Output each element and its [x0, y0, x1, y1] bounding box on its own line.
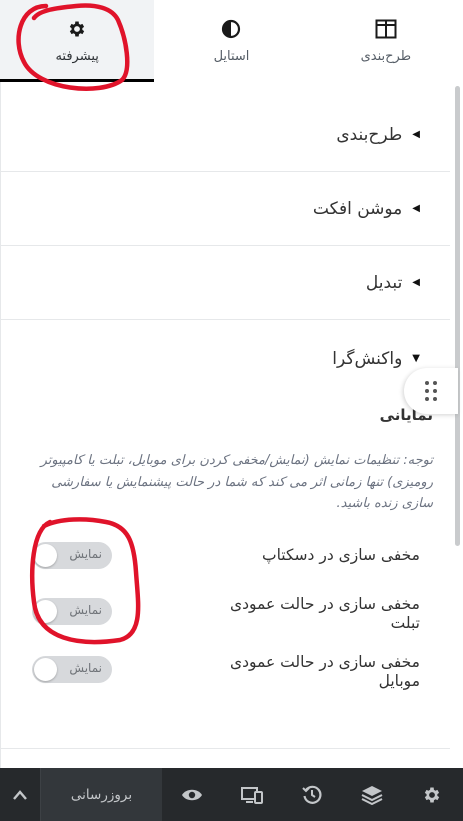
responsive-devices-icon [241, 786, 263, 804]
hide-tablet-label: مخفی سازی در حالت عمودی تبلت [230, 595, 420, 632]
responsive-note: توجه: تنظیمات نمایش (نمایش/مخفی کردن برا… [40, 453, 433, 511]
section-divider [0, 748, 450, 749]
toggle-knob [34, 600, 57, 623]
editor-toolbar: بروزرسانی [0, 768, 463, 821]
panel-tabs: پیشرفته استایل طرح‌بندی [0, 0, 463, 82]
settings-button[interactable] [412, 768, 452, 821]
layout-columns-icon [375, 19, 397, 38]
navigator-button[interactable] [352, 768, 392, 821]
panel-drag-handle[interactable] [404, 368, 458, 414]
hide-mobile-label: مخفی سازی در حالت عمودی موبایل [230, 653, 420, 690]
eye-icon [182, 789, 202, 800]
hide-desktop-row: مخفی سازی در دسکتاپ نمایش [0, 540, 450, 570]
hide-desktop-toggle[interactable]: نمایش [32, 542, 112, 569]
layers-icon [361, 785, 383, 805]
tab-advanced-label: پیشرفته [55, 48, 99, 64]
responsive-mode-button[interactable] [232, 768, 272, 821]
tab-style[interactable]: استایل [154, 0, 309, 82]
toggle-state-text: نمایش [69, 547, 102, 561]
caret-left-icon: ◀ [412, 202, 420, 214]
hide-mobile-row: مخفی سازی در حالت عمودی موبایل نمایش [0, 652, 450, 692]
chevron-up-button[interactable] [0, 768, 40, 821]
caret-left-icon: ◀ [412, 128, 420, 140]
half-circle-icon [222, 19, 241, 38]
caret-down-icon: ▼ [412, 353, 420, 364]
tab-layout[interactable]: طرح‌بندی [308, 0, 463, 82]
section-layout-label: طرح‌بندی [336, 124, 403, 145]
section-list: طرح‌بندی ◀ موشن افکت ◀ تبدیل ◀ [0, 98, 450, 320]
section-layout[interactable]: طرح‌بندی ◀ [0, 98, 450, 172]
update-button[interactable]: بروزرسانی [41, 768, 162, 821]
history-button[interactable] [292, 768, 332, 821]
hide-desktop-label: مخفی سازی در دسکتاپ [261, 545, 420, 564]
section-motion-label: موشن افکت [312, 198, 403, 219]
hide-mobile-toggle[interactable]: نمایش [32, 656, 112, 683]
tab-style-label: استایل [213, 48, 250, 64]
scrollbar-thumb[interactable] [455, 86, 460, 546]
toggle-knob [34, 658, 57, 681]
settings-gear-icon [424, 787, 440, 802]
hide-tablet-toggle[interactable]: نمایش [32, 598, 112, 625]
section-responsive-label: واکنش‌گرا [332, 349, 403, 369]
toggle-state-text: نمایش [69, 603, 102, 617]
section-responsive[interactable]: واکنش‌گرا ▼ [0, 346, 450, 372]
caret-left-icon: ◀ [412, 276, 420, 288]
tab-layout-label: طرح‌بندی [360, 48, 412, 64]
chevron-up-icon [13, 789, 27, 800]
tab-advanced[interactable]: پیشرفته [0, 0, 155, 82]
section-motion-effects[interactable]: موشن افکت ◀ [0, 172, 450, 246]
hide-tablet-row: مخفی سازی در حالت عمودی تبلت نمایش [0, 594, 450, 634]
section-transform-label: تبدیل [365, 272, 403, 293]
toggle-knob [34, 544, 57, 567]
section-transform[interactable]: تبدیل ◀ [0, 246, 450, 320]
preview-button[interactable] [172, 768, 212, 821]
drag-dots-icon [425, 381, 437, 401]
gear-icon [69, 21, 85, 36]
toggle-state-text: نمایش [69, 661, 102, 675]
history-icon [302, 785, 322, 804]
